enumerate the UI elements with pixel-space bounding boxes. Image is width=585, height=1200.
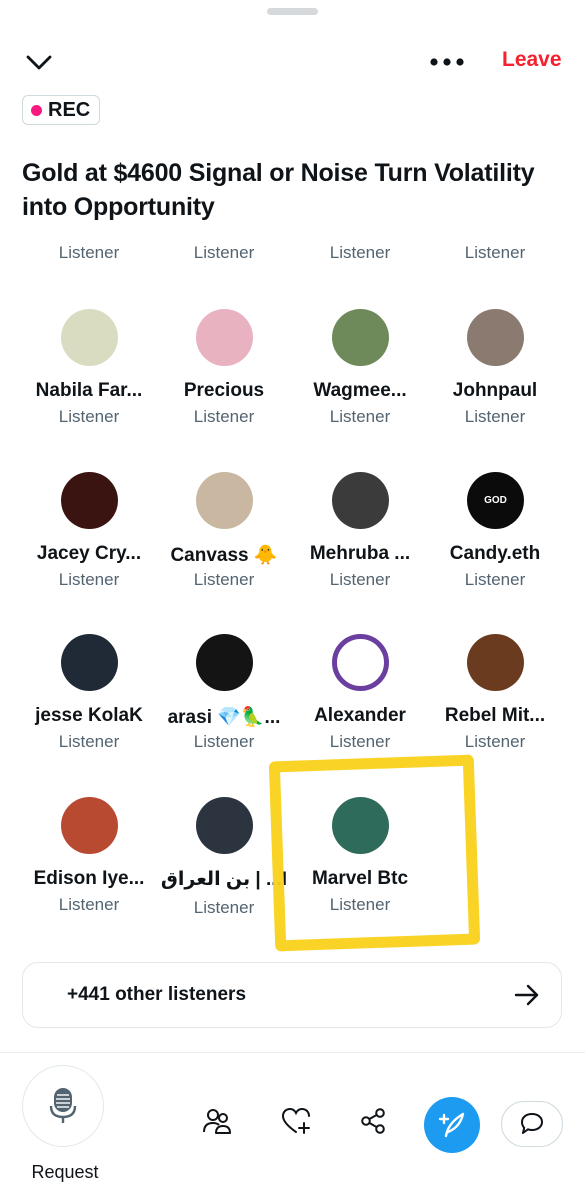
request-button[interactable]: [22, 1065, 104, 1147]
recording-dot-icon: [31, 104, 42, 116]
listener-role: Listener: [58, 895, 120, 914]
heart-plus-icon[interactable]: [281, 1106, 311, 1136]
chevron-down-icon[interactable]: [24, 48, 54, 76]
avatar-text: GOD: [484, 495, 507, 506]
more-options-icon[interactable]: [428, 52, 466, 72]
listener-role: Listener: [329, 732, 391, 751]
listener-avatar[interactable]: [467, 309, 524, 366]
listener-avatar[interactable]: [332, 634, 389, 691]
listener-name[interactable]: Jacey Cry...: [14, 543, 164, 565]
microphone-icon: [49, 1088, 77, 1123]
listener-role: Listener: [329, 243, 391, 262]
listener-role: Listener: [193, 732, 255, 751]
share-icon[interactable]: [358, 1106, 388, 1136]
listener-avatar[interactable]: [61, 472, 118, 529]
listener-name[interactable]: Canvass 🐥: [149, 543, 299, 567]
listener-avatar[interactable]: [61, 797, 118, 854]
highlight-annotation: [268, 754, 481, 952]
listener-role: Listener: [464, 407, 526, 426]
listener-name[interactable]: Precious: [149, 380, 299, 402]
listener-avatar[interactable]: GOD: [467, 472, 524, 529]
compose-button[interactable]: [424, 1097, 480, 1153]
rec-badge: REC: [22, 95, 101, 125]
other-listeners-button[interactable]: +441 other listeners: [22, 962, 562, 1028]
listener-role: Listener: [329, 407, 391, 426]
listener-name[interactable]: jesse KolaK: [14, 705, 164, 727]
leave-button[interactable]: Leave: [502, 48, 562, 72]
rec-label: REC: [48, 98, 91, 121]
listener-avatar[interactable]: [196, 309, 253, 366]
arrow-right-icon: [514, 984, 539, 1006]
listener-name[interactable]: Rebel Mit...: [420, 705, 570, 727]
listener-role: Listener: [193, 243, 255, 262]
listener-name[interactable]: arasi 💎🦜...: [149, 705, 299, 729]
listener-name[interactable]: Nabila Far...: [14, 380, 164, 402]
listener-role: Listener: [193, 407, 255, 426]
drag-handle[interactable]: [267, 8, 318, 15]
listener-role: Listener: [58, 407, 120, 426]
listener-name[interactable]: Mehruba ...: [285, 543, 435, 565]
listener-role: Listener: [329, 570, 391, 589]
listener-name[interactable]: Alexander: [285, 705, 435, 727]
listener-avatar[interactable]: [332, 472, 389, 529]
listener-role: Listener: [193, 570, 255, 589]
chat-button[interactable]: [501, 1101, 563, 1147]
listener-avatar[interactable]: [467, 634, 524, 691]
toolbar-divider: [0, 1052, 585, 1053]
listener-avatar[interactable]: [196, 797, 253, 854]
listener-role: Listener: [464, 570, 526, 589]
people-icon[interactable]: [202, 1106, 232, 1136]
listener-role: Listener: [464, 243, 526, 262]
listener-name[interactable]: Candy.eth: [420, 543, 570, 565]
listener-avatar[interactable]: [61, 634, 118, 691]
listener-role: Listener: [58, 570, 120, 589]
space-title: Gold at $4600 Signal or Noise Turn Volat…: [22, 159, 535, 221]
listener-name[interactable]: Wagmee...: [285, 380, 435, 402]
listener-avatar[interactable]: [196, 634, 253, 691]
request-label: Request: [31, 1162, 99, 1182]
speech-bubble-icon: [521, 1113, 543, 1134]
listener-avatar[interactable]: [196, 472, 253, 529]
listener-role: Listener: [464, 732, 526, 751]
feather-plus-icon: [438, 1112, 465, 1138]
listener-role: Listener: [58, 732, 120, 751]
listener-name[interactable]: Johnpaul: [420, 380, 570, 402]
other-listeners-label: +441 other listeners: [67, 984, 247, 1005]
listener-avatar[interactable]: [61, 309, 118, 366]
listener-role: Listener: [58, 243, 120, 262]
listener-avatar[interactable]: [332, 309, 389, 366]
listener-name[interactable]: Edison Iye...: [14, 868, 164, 890]
